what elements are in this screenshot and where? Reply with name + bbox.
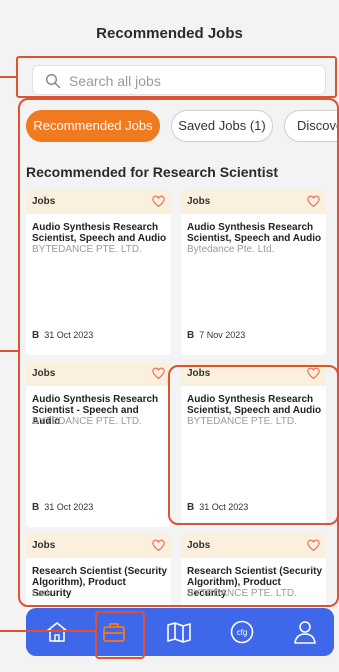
annotation-line-jobs-tab (0, 630, 95, 632)
nav-profile[interactable] (291, 618, 319, 646)
page-title: Recommended Jobs (96, 25, 243, 42)
book-map-icon (167, 622, 191, 643)
annotation-box-card (168, 365, 339, 525)
annotation-box-jobs-tab (95, 611, 145, 659)
cfg-icon-label: cfg (237, 628, 248, 637)
annotation-box-content (18, 98, 339, 607)
cfg-icon: cfg (230, 620, 254, 644)
annotation-box-search (16, 56, 337, 98)
nav-map[interactable] (165, 618, 193, 646)
annotation-line-content (0, 350, 18, 352)
bottom-nav: cfg (26, 608, 334, 656)
profile-icon (294, 621, 316, 644)
home-icon (46, 622, 68, 642)
annotation-line-search (0, 76, 16, 78)
header-bar: Recommended Jobs (0, 0, 339, 60)
nav-home[interactable] (43, 618, 71, 646)
nav-cfg[interactable]: cfg (228, 618, 256, 646)
